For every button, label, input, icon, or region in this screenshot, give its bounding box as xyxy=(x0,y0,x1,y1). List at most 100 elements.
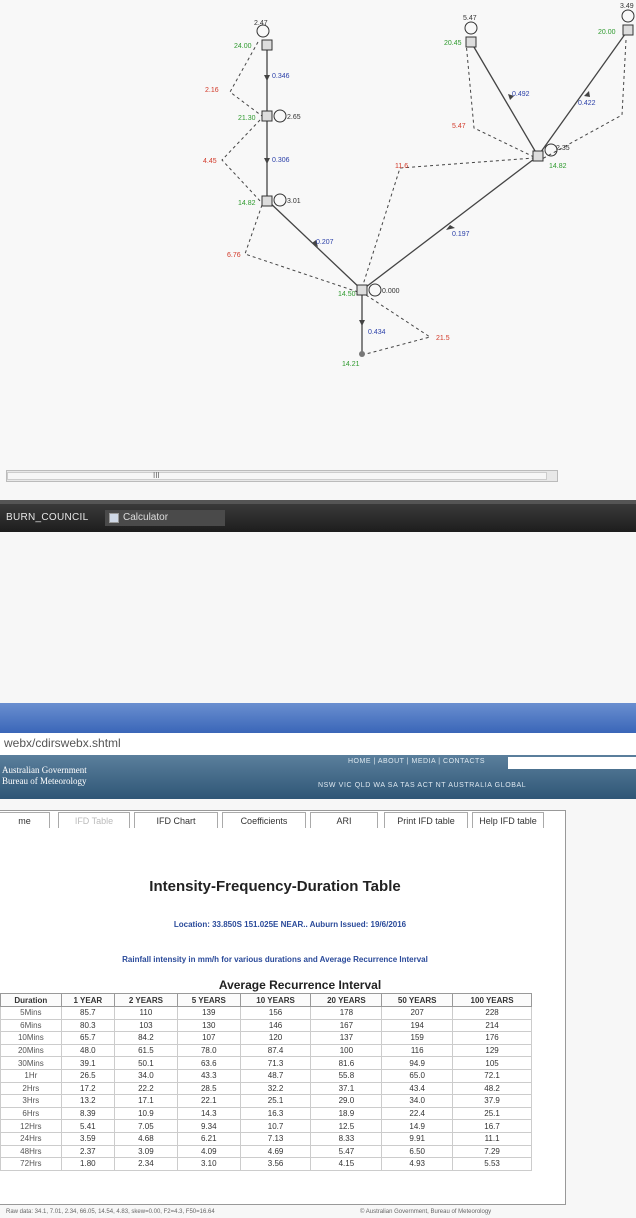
intensity-cell: 94.9 xyxy=(381,1056,454,1070)
intensity-cell: 34.0 xyxy=(113,1068,178,1083)
taskbar: BURN_COUNCIL Calculator xyxy=(0,500,636,532)
intensity-cell: 48.7 xyxy=(239,1068,312,1083)
tab-print-ifd-table[interactable]: Print IFD table xyxy=(384,812,468,828)
intensity-cell: 178 xyxy=(310,1006,383,1020)
table-row: 72Hrs 1.80 2.34 3.10 3.56 4.15 4.93 5.53 xyxy=(0,1157,532,1171)
intensity-cell: 28.5 xyxy=(176,1081,241,1096)
intensity-cell: 43.3 xyxy=(176,1068,241,1083)
intensity-cell: 22.4 xyxy=(381,1106,454,1121)
intensity-cell: 71.3 xyxy=(239,1056,312,1070)
tab-bar: me IFD Table IFD Chart Coefficients ARI … xyxy=(0,812,566,828)
intensity-cell: 156 xyxy=(239,1006,312,1020)
overflow-5 xyxy=(361,157,535,289)
horizontal-scrollbar[interactable]: III xyxy=(6,470,558,482)
duration-cell: 6Hrs xyxy=(0,1106,62,1121)
table-row: 30Mins 39.1 50.1 63.6 71.3 81.6 94.9 105 xyxy=(0,1056,532,1070)
intensity-cell: 4.93 xyxy=(381,1157,454,1171)
intensity-cell: 10.7 xyxy=(239,1119,312,1133)
overflow-6 xyxy=(465,41,535,158)
tab-help-ifd-table[interactable]: Help IFD table xyxy=(472,812,544,828)
pipe-6 xyxy=(470,41,539,157)
table-row: 5Mins 85.7 110 139 156 178 207 228 xyxy=(0,1006,532,1020)
pipe-label: 0.207 xyxy=(316,239,334,246)
duration-cell: 3Hrs xyxy=(0,1094,62,1108)
pipe-3 xyxy=(266,199,363,291)
tab-coefficients[interactable]: Coefficients xyxy=(222,812,306,828)
table-row: 1Hr 26.5 34.0 43.3 48.7 55.8 65.0 72.1 xyxy=(0,1068,532,1083)
node-elev-label: 21.30 xyxy=(238,115,256,122)
calculator-icon xyxy=(109,513,119,523)
intensity-cell: 139 xyxy=(176,1006,241,1020)
overflow-4 xyxy=(365,294,432,355)
table-header-row: Duration 1 YEAR 2 YEARS 5 YEARS 10 YEARS… xyxy=(0,993,532,1007)
table-row: 2Hrs 17.2 22.2 28.5 32.2 37.1 43.4 48.2 xyxy=(0,1081,532,1096)
pipe-label: 0.422 xyxy=(578,100,596,107)
network-diagram: 2.47 24.00 21.30 2.65 14.82 3.01 14.50 0… xyxy=(0,0,636,482)
pipe-label: 0.197 xyxy=(452,231,470,238)
tab-ari[interactable]: ARI xyxy=(310,812,378,828)
scrollbar-grip: III xyxy=(153,471,160,480)
duration-cell: 6Mins xyxy=(0,1018,62,1033)
ifd-table: Duration 1 YEAR 2 YEARS 5 YEARS 10 YEARS… xyxy=(0,993,532,1171)
site-logo[interactable]: Australian Government Bureau of Meteorol… xyxy=(2,765,87,787)
node-elev-label: 20.45 xyxy=(444,40,462,47)
intensity-cell: 65.0 xyxy=(381,1068,454,1083)
scrollbar-thumb[interactable]: III xyxy=(7,471,547,480)
intensity-cell: 159 xyxy=(381,1031,454,1045)
intensity-cell: 22.1 xyxy=(176,1094,241,1108)
intensity-cell: 63.6 xyxy=(176,1056,241,1070)
duration-cell: 30Mins xyxy=(0,1056,62,1070)
node-top-label: 5.47 xyxy=(463,15,477,22)
intensity-cell: 37.1 xyxy=(310,1081,383,1096)
node-elev-label: 24.00 xyxy=(234,43,252,50)
intensity-cell: 3.56 xyxy=(239,1157,312,1171)
intensity-cell: 32.2 xyxy=(239,1081,312,1096)
intensity-cell: 9.91 xyxy=(381,1131,454,1146)
taskbar-item-calculator[interactable]: Calculator xyxy=(105,510,225,526)
intensity-cell: 16.3 xyxy=(239,1106,312,1121)
intensity-cell: 3.59 xyxy=(60,1131,115,1146)
node-side-label: 3.01 xyxy=(287,198,301,205)
overflow-label: 5.47 xyxy=(452,123,466,130)
location-line: Location: 33.850S 151.025E NEAR.. Auburn… xyxy=(173,920,407,929)
pipe-label: 0.492 xyxy=(512,91,530,98)
intensity-cell: 4.09 xyxy=(176,1144,241,1159)
intensity-cell: 13.2 xyxy=(60,1094,115,1108)
intensity-cell: 9.34 xyxy=(176,1119,241,1133)
duration-cell: 2Hrs xyxy=(0,1081,62,1096)
search-input[interactable] xyxy=(508,757,636,769)
table-row: 6Mins 80.3 103 130 146 167 194 214 xyxy=(0,1018,532,1033)
intensity-cell: 34.0 xyxy=(381,1094,454,1108)
column-header: 10 YEARS xyxy=(239,993,312,1007)
tab-ifd-chart[interactable]: IFD Chart xyxy=(134,812,218,828)
overflow-2 xyxy=(221,119,263,204)
node-elev-label: 14.50 xyxy=(338,291,356,298)
taskbar-item-council[interactable]: BURN_COUNCIL xyxy=(6,512,89,523)
duration-cell: 12Hrs xyxy=(0,1119,62,1133)
intensity-cell: 110 xyxy=(113,1006,178,1020)
top-nav-links[interactable]: HOME | ABOUT | MEDIA | CONTACTS xyxy=(348,758,485,765)
intensity-cell: 18.9 xyxy=(310,1106,383,1121)
table-row: 48Hrs 2.37 3.09 4.09 4.69 5.47 6.50 7.29 xyxy=(0,1144,532,1159)
intensity-cell: 22.2 xyxy=(113,1081,178,1096)
table-row: 24Hrs 3.59 4.68 6.21 7.13 8.33 9.91 11.1 xyxy=(0,1131,532,1146)
intensity-cell: 14.9 xyxy=(381,1119,454,1133)
node-elev-label: 14.21 xyxy=(342,361,360,368)
state-nav-links[interactable]: NSW VIC QLD WA SA TAS ACT NT AUSTRALIA G… xyxy=(318,782,526,789)
node-side-label: 0.000 xyxy=(382,288,400,295)
intensity-cell: 107 xyxy=(176,1031,241,1045)
tab-ifd-table[interactable]: IFD Table xyxy=(58,812,130,828)
duration-cell: 48Hrs xyxy=(0,1144,62,1159)
intensity-cell: 65.7 xyxy=(60,1031,115,1045)
tab-home[interactable]: me xyxy=(0,812,50,828)
node-elev-label: 20.00 xyxy=(598,29,616,36)
intensity-cell: 5.47 xyxy=(310,1144,383,1159)
pipe-label: 0.306 xyxy=(272,157,290,164)
intensity-cell: 5.41 xyxy=(60,1119,115,1133)
table-row: 3Hrs 13.2 17.1 22.1 25.1 29.0 34.0 37.9 xyxy=(0,1094,532,1108)
overflow-1 xyxy=(229,41,263,117)
pipe-5 xyxy=(361,155,539,291)
node-elev-label: 14.82 xyxy=(238,200,256,207)
address-bar[interactable]: webx/cdirswebx.shtml xyxy=(0,733,636,756)
duration-cell: 1Hr xyxy=(0,1068,62,1083)
